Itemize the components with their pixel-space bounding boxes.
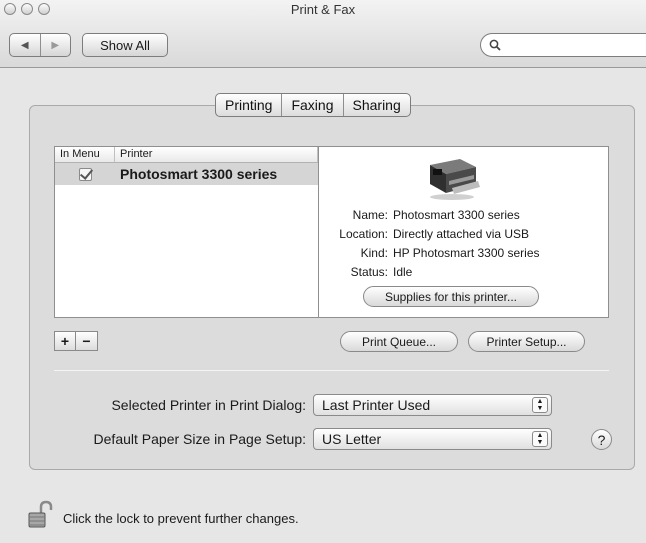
in-menu-cell <box>55 167 115 181</box>
popup-arrows-icon: ▲ ▼ <box>532 431 548 447</box>
help-button[interactable]: ? <box>591 429 612 450</box>
printer-icon <box>430 159 480 200</box>
title-bar: Print & Fax ◀ ▶ Show All <box>0 0 646 68</box>
tab-printing[interactable]: Printing <box>216 94 281 116</box>
back-forward-control: ◀ ▶ <box>9 33 71 57</box>
print-queue-button[interactable]: Print Queue... <box>340 331 458 352</box>
unlocked-padlock-icon[interactable] <box>26 500 56 530</box>
show-all-button[interactable]: Show All <box>82 33 168 57</box>
add-remove-control: + − <box>54 331 98 351</box>
selected-printer-label: Selected Printer in Print Dialog: <box>111 397 306 413</box>
printer-list-header: In Menu Printer <box>55 147 318 163</box>
divider <box>54 370 609 371</box>
search-field[interactable] <box>480 33 646 57</box>
printer-list[interactable]: In Menu Printer Photosmart 3300 series <box>54 146 319 318</box>
name-value: Photosmart 3300 series <box>393 207 520 222</box>
location-value: Directly attached via USB <box>393 226 530 241</box>
printer-info-panel: Name: Photosmart 3300 series Location: D… <box>319 146 609 318</box>
printer-setup-button[interactable]: Printer Setup... <box>468 331 585 352</box>
printer-kind-row: Kind: HP Photosmart 3300 series <box>319 243 609 262</box>
paper-size-value: US Letter <box>322 431 382 447</box>
selected-printer-popup[interactable]: Last Printer Used ▲ ▼ <box>313 394 552 416</box>
kind-value: HP Photosmart 3300 series <box>393 245 540 260</box>
print-fax-window: Print & Fax ◀ ▶ Show All Printing Faxing… <box>0 0 646 543</box>
lock-message: Click the lock to prevent further change… <box>63 511 299 526</box>
tab-sharing[interactable]: Sharing <box>342 94 410 116</box>
column-header-printer[interactable]: Printer <box>115 147 318 162</box>
in-menu-checkbox[interactable] <box>78 167 92 181</box>
location-label: Location: <box>339 226 388 241</box>
supplies-button[interactable]: Supplies for this printer... <box>363 286 539 307</box>
selected-printer-value: Last Printer Used <box>322 397 431 413</box>
status-value: Idle <box>393 264 413 279</box>
popup-arrows-icon: ▲ ▼ <box>532 397 548 413</box>
paper-size-label: Default Paper Size in Page Setup: <box>93 431 306 447</box>
back-button[interactable]: ◀ <box>10 34 40 56</box>
printer-name-row: Name: Photosmart 3300 series <box>319 205 609 224</box>
printer-status-row: Status: Idle <box>319 262 609 281</box>
printer-name-cell: Photosmart 3300 series <box>120 166 278 182</box>
status-label: Status: <box>350 264 388 279</box>
add-printer-button[interactable]: + <box>54 331 76 351</box>
tab-faxing[interactable]: Faxing <box>281 94 342 116</box>
search-icon <box>489 39 501 51</box>
printer-row[interactable]: Photosmart 3300 series <box>55 163 318 185</box>
tab-bar: Printing Faxing Sharing <box>215 93 411 117</box>
paper-size-popup[interactable]: US Letter ▲ ▼ <box>313 428 552 450</box>
name-label: Name: <box>352 207 388 222</box>
window-title: Print & Fax <box>290 2 356 17</box>
remove-printer-button[interactable]: − <box>76 331 98 351</box>
column-header-in-menu[interactable]: In Menu <box>55 147 115 162</box>
forward-button[interactable]: ▶ <box>39 34 71 56</box>
search-input[interactable] <box>505 37 635 53</box>
kind-label: Kind: <box>360 245 388 260</box>
printer-location-row: Location: Directly attached via USB <box>319 224 609 243</box>
